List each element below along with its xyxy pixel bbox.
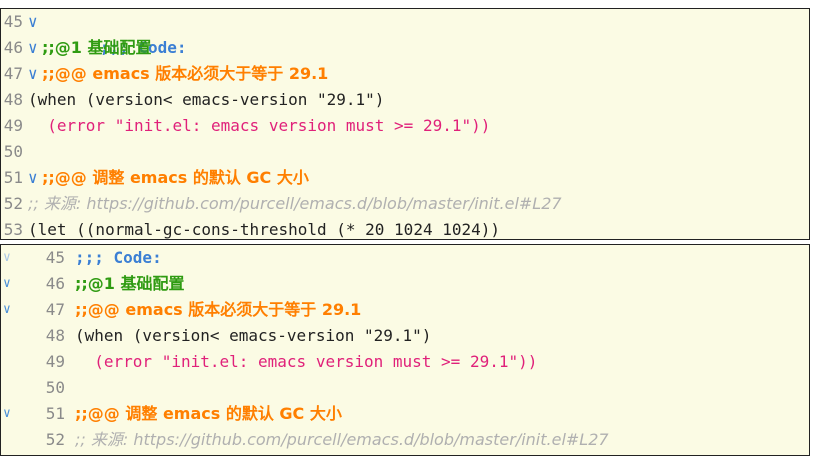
line-number: 47 (3, 64, 23, 83)
code-line[interactable]: 49 (error "init.el: emacs version must >… (1, 349, 809, 375)
code-line[interactable]: 46 ∨ ;;@1 基础配置 (1, 35, 809, 61)
line-number: 50 (45, 378, 65, 397)
code-text: ;;@@ 调整 emacs 的默认 GC 大小 (75, 404, 342, 423)
code-text: ;;@1 基础配置 (42, 38, 152, 57)
fold-toggle-icon[interactable]: ∨ (28, 35, 42, 61)
line-number: 45 (45, 248, 65, 267)
code-line[interactable]: ∨ 47 ;;@@ emacs 版本必须大于等于 29.1 (1, 297, 809, 323)
fold-fringe-icon[interactable]: ∨ (3, 245, 17, 271)
code-line[interactable]: 47 ∨ ;;@@ emacs 版本必须大于等于 29.1 (1, 61, 809, 87)
fold-toggle-icon[interactable]: ∨ (28, 61, 42, 87)
code-text: ;;@1 基础配置 (75, 274, 185, 293)
line-number: 52 (45, 430, 65, 449)
code-text: ;; 来源: https://github.com/purcell/emacs.… (75, 430, 609, 449)
code-line[interactable]: 53 (let ((normal-gc-cons-threshold (* 20… (1, 217, 809, 239)
line-number: 52 (3, 194, 23, 213)
editor-pane-top: 45 ∨ ;;; Code: 46 ∨ ;;@1 基础配置 47 ∨ ;;@@ … (0, 8, 810, 240)
code-line[interactable]: ∨ 45 ;;; Code: (1, 245, 809, 271)
code-line[interactable]: 49 (error "init.el: emacs version must >… (1, 113, 809, 139)
line-number: 48 (45, 326, 65, 345)
code-line[interactable]: 48 (when (version< emacs-version "29.1") (1, 87, 809, 113)
line-number: 49 (3, 116, 23, 135)
fold-fringe-icon[interactable]: ∨ (3, 401, 17, 427)
code-line[interactable]: 45 ∨ ;;; Code: (1, 9, 809, 57)
editor-pane-bottom: ∨ 45 ;;; Code: ∨ 46 ;;@1 基础配置 ∨ 47 ;;@@ … (0, 244, 810, 456)
code-text: (when (version< emacs-version "29.1") (28, 90, 385, 109)
code-line[interactable]: 52 ;; 来源: https://github.com/purcell/ema… (1, 191, 809, 217)
code-line[interactable]: ∨ 46 ;;@1 基础配置 (1, 271, 809, 297)
code-text: (when (version< emacs-version "29.1") (75, 326, 432, 345)
fold-fringe-icon[interactable]: ∨ (3, 271, 17, 297)
code-text: (error "init.el: emacs version must >= 2… (28, 116, 491, 135)
code-line[interactable]: 51 ∨ ;;@@ 调整 emacs 的默认 GC 大小 (1, 165, 809, 191)
fold-toggle-icon[interactable]: ∨ (28, 9, 42, 35)
fold-fringe-icon[interactable]: ∨ (3, 297, 17, 323)
line-number: 53 (3, 220, 23, 239)
line-number: 45 (3, 12, 23, 31)
code-line[interactable]: 48 (when (version< emacs-version "29.1") (1, 323, 809, 349)
code-text: ;;; Code: (75, 248, 162, 267)
line-number: 48 (3, 90, 23, 109)
code-text: (error "init.el: emacs version must >= 2… (75, 352, 538, 371)
code-line[interactable]: 50 (1, 375, 809, 401)
code-text: ;; 来源: https://github.com/purcell/emacs.… (28, 194, 562, 213)
line-number: 46 (45, 274, 65, 293)
line-number: 47 (45, 300, 65, 319)
line-number: 50 (3, 142, 23, 161)
line-number: 46 (3, 38, 23, 57)
code-text: ;;@@ emacs 版本必须大于等于 29.1 (75, 300, 362, 319)
code-text: ;;@@ emacs 版本必须大于等于 29.1 (42, 64, 329, 83)
code-line[interactable]: 50 (1, 139, 809, 165)
code-text: ;;@@ 调整 emacs 的默认 GC 大小 (42, 168, 309, 187)
code-line[interactable]: ∨ 51 ;;@@ 调整 emacs 的默认 GC 大小 (1, 401, 809, 427)
fold-toggle-icon[interactable]: ∨ (28, 165, 42, 191)
code-text: (let ((normal-gc-cons-threshold (* 20 10… (28, 220, 501, 239)
line-number: 51 (45, 404, 65, 423)
code-line[interactable]: 52 ;; 来源: https://github.com/purcell/ema… (1, 427, 809, 453)
line-number: 51 (3, 168, 23, 187)
line-number: 49 (45, 352, 65, 371)
